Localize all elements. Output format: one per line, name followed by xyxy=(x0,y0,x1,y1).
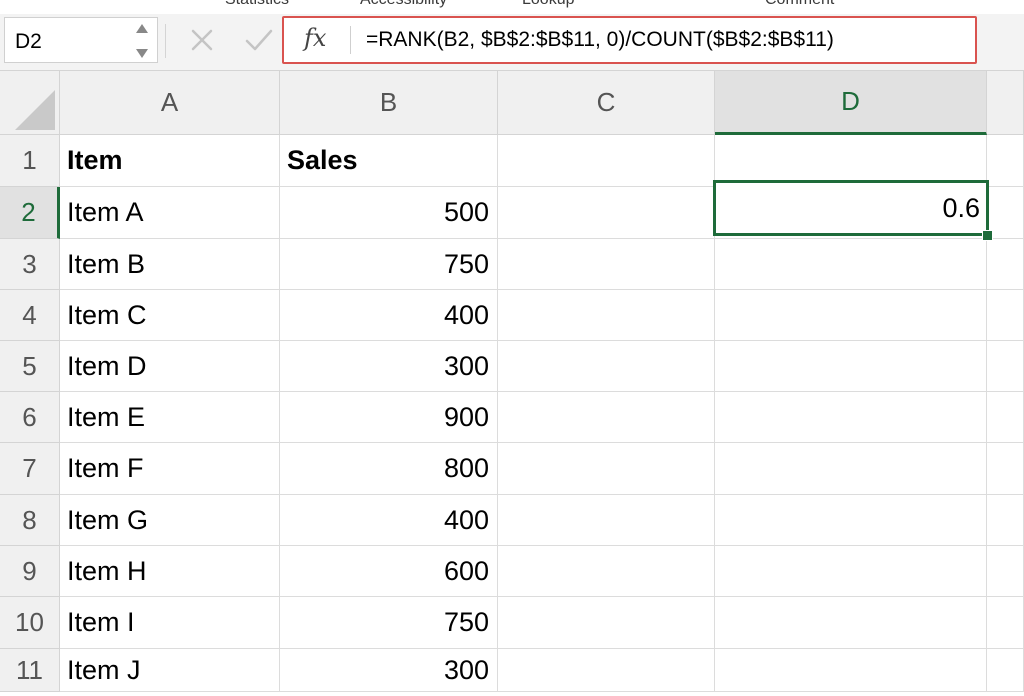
cell-c6[interactable] xyxy=(498,392,715,443)
cell-d6[interactable] xyxy=(715,392,987,443)
cell-e3[interactable] xyxy=(987,239,1024,290)
cell-d11[interactable] xyxy=(715,649,987,692)
cell-e1[interactable] xyxy=(987,135,1024,187)
column-header-a[interactable]: A xyxy=(60,71,280,135)
column-header-b[interactable]: B xyxy=(280,71,498,135)
cell-b4[interactable]: 400 xyxy=(280,290,498,341)
cell-b10[interactable]: 750 xyxy=(280,597,498,649)
cell-e11[interactable] xyxy=(987,649,1024,692)
cell-d5[interactable] xyxy=(715,341,987,392)
selected-cell-d2[interactable]: 0.6 xyxy=(713,180,989,236)
ribbon-tab-comment[interactable]: Comment xyxy=(765,0,834,9)
cell-a8[interactable]: Item G xyxy=(60,495,280,546)
row-header-7[interactable]: 7 xyxy=(0,443,60,495)
cell-a2[interactable]: Item A xyxy=(60,187,280,239)
close-icon[interactable] xyxy=(186,24,218,56)
ribbon-tab-statistics[interactable]: Statistics xyxy=(225,0,289,9)
cell-c11[interactable] xyxy=(498,649,715,692)
ribbon-strip: Statistics Accessibility Lookup Comment xyxy=(0,0,1024,14)
cell-e9[interactable] xyxy=(987,546,1024,597)
cell-c9[interactable] xyxy=(498,546,715,597)
cell-c5[interactable] xyxy=(498,341,715,392)
fx-separator xyxy=(350,26,351,54)
cell-d10[interactable] xyxy=(715,597,987,649)
cell-b11[interactable]: 300 xyxy=(280,649,498,692)
row-header-4[interactable]: 4 xyxy=(0,290,60,341)
row-header-8[interactable]: 8 xyxy=(0,495,60,546)
row-header-3[interactable]: 3 xyxy=(0,239,60,290)
formula-bar: D2 fx =RANK(B2, $B$2:$B$11, 0)/COUNT($B$… xyxy=(0,14,1024,71)
cell-a11[interactable]: Item J xyxy=(60,649,280,692)
formula-text[interactable]: =RANK(B2, $B$2:$B$11, 0)/COUNT($B$2:$B$1… xyxy=(366,28,834,52)
cell-b5[interactable]: 300 xyxy=(280,341,498,392)
cell-e7[interactable] xyxy=(987,443,1024,495)
row-header-1[interactable]: 1 xyxy=(0,135,60,187)
spreadsheet-grid: A B C D 1 Item Sales 2 Item A 500 3 Item B 750 4 I… xyxy=(0,71,1024,696)
cell-b2[interactable]: 500 xyxy=(280,187,498,239)
cell-a6[interactable]: Item E xyxy=(60,392,280,443)
cell-c8[interactable] xyxy=(498,495,715,546)
row-header-9[interactable]: 9 xyxy=(0,546,60,597)
name-box-value: D2 xyxy=(15,30,42,53)
cell-a5[interactable]: Item D xyxy=(60,341,280,392)
cell-a1[interactable]: Item xyxy=(60,135,280,187)
cell-b3[interactable]: 750 xyxy=(280,239,498,290)
cell-b1[interactable]: Sales xyxy=(280,135,498,187)
row-header-5[interactable]: 5 xyxy=(0,341,60,392)
cell-b9[interactable]: 600 xyxy=(280,546,498,597)
cell-d4[interactable] xyxy=(715,290,987,341)
cell-a3[interactable]: Item B xyxy=(60,239,280,290)
fx-icon[interactable]: fx xyxy=(304,24,326,52)
cell-b6[interactable]: 900 xyxy=(280,392,498,443)
formula-bar-divider xyxy=(165,24,166,58)
cell-a9[interactable]: Item H xyxy=(60,546,280,597)
name-box[interactable]: D2 xyxy=(4,17,158,63)
cell-e8[interactable] xyxy=(987,495,1024,546)
cell-d3[interactable] xyxy=(715,239,987,290)
select-all-corner[interactable] xyxy=(0,71,60,135)
cell-d8[interactable] xyxy=(715,495,987,546)
check-icon[interactable] xyxy=(242,24,276,56)
cell-c4[interactable] xyxy=(498,290,715,341)
cell-a4[interactable]: Item C xyxy=(60,290,280,341)
cell-c1[interactable] xyxy=(498,135,715,187)
cell-c3[interactable] xyxy=(498,239,715,290)
name-box-stepper-icon[interactable] xyxy=(135,24,149,58)
column-header-d[interactable]: D xyxy=(715,71,987,135)
row-header-11[interactable]: 11 xyxy=(0,649,60,692)
row-header-2[interactable]: 2 xyxy=(0,187,60,239)
ribbon-tab-accessibility[interactable]: Accessibility xyxy=(360,0,447,9)
cell-c7[interactable] xyxy=(498,443,715,495)
formula-input-highlight[interactable]: fx =RANK(B2, $B$2:$B$11, 0)/COUNT($B$2:$… xyxy=(282,16,977,64)
column-header-c[interactable]: C xyxy=(498,71,715,135)
cell-b8[interactable]: 400 xyxy=(280,495,498,546)
cell-d7[interactable] xyxy=(715,443,987,495)
cell-c2[interactable] xyxy=(498,187,715,239)
row-header-10[interactable]: 10 xyxy=(0,597,60,649)
cell-e10[interactable] xyxy=(987,597,1024,649)
row-header-6[interactable]: 6 xyxy=(0,392,60,443)
cell-b7[interactable]: 800 xyxy=(280,443,498,495)
cell-c10[interactable] xyxy=(498,597,715,649)
ribbon-tab-lookup[interactable]: Lookup xyxy=(522,0,575,9)
cell-a10[interactable]: Item I xyxy=(60,597,280,649)
column-header-e[interactable] xyxy=(987,71,1024,135)
cell-e4[interactable] xyxy=(987,290,1024,341)
cell-e6[interactable] xyxy=(987,392,1024,443)
cell-d9[interactable] xyxy=(715,546,987,597)
cell-e5[interactable] xyxy=(987,341,1024,392)
cell-a7[interactable]: Item F xyxy=(60,443,280,495)
fill-handle[interactable] xyxy=(982,230,993,241)
